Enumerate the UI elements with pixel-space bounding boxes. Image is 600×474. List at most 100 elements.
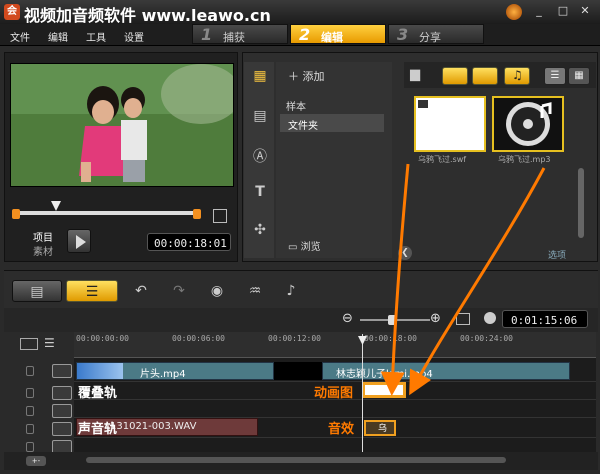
add-label: 添加 (302, 70, 325, 83)
collapse-panel-icon[interactable]: ❮ (398, 246, 412, 260)
timeline-view-button[interactable]: ☰ (66, 280, 118, 302)
zoom-in-icon[interactable]: ⊕ (430, 311, 441, 326)
playhead-line[interactable] (362, 334, 363, 464)
tab-share[interactable]: 3 分享 (388, 24, 484, 44)
category-folder[interactable]: 文件夹 (280, 114, 384, 132)
ruler-label: 00:00:24:00 (460, 334, 513, 343)
browse-button[interactable]: ▭ 浏览 (288, 238, 321, 253)
browse-label: 浏览 (300, 242, 321, 253)
title-bar: 会 视频加音频软件 www.leawo.cn _ □ ✕ (0, 0, 600, 25)
media-icon[interactable]: ▦ (251, 68, 269, 86)
video-clip-gap[interactable] (274, 362, 322, 380)
tab-capture[interactable]: 1 捕获 (192, 24, 288, 44)
filter-photo-button[interactable] (472, 67, 498, 85)
timecode-field[interactable]: 00:00:18:01 (147, 233, 231, 251)
filter-audio-button[interactable]: ♫ (504, 67, 530, 85)
overlay-flash-clip[interactable] (362, 382, 406, 398)
window-title: 视频加音频软件 www.leawo.cn (24, 6, 271, 25)
clip-thumbnail (77, 363, 123, 379)
add-folder-button[interactable]: ＋ 添加 (288, 68, 325, 84)
lock-icon[interactable] (26, 388, 34, 398)
maximize-icon[interactable]: □ (556, 4, 570, 18)
track-headers: ☰ (4, 332, 74, 464)
time-ruler[interactable] (74, 332, 596, 358)
tab-number: 1 (201, 25, 213, 44)
menu-tools[interactable]: 工具 (86, 29, 106, 44)
library-item-swf[interactable] (414, 96, 486, 152)
trim-start-marker[interactable] (12, 209, 20, 219)
options-button[interactable]: 选项 (548, 248, 566, 261)
duration-field[interactable]: 0:01:15:06 (502, 310, 588, 328)
lock-icon[interactable] (26, 406, 34, 416)
trim-end-marker[interactable] (193, 209, 201, 219)
text-t-icon[interactable]: T (251, 184, 269, 202)
library-nav (276, 62, 392, 258)
tab-label: 捕获 (223, 31, 245, 44)
flash-file-icon (418, 100, 428, 108)
overlay-track-icon[interactable] (52, 386, 72, 400)
close-icon[interactable]: ✕ (578, 4, 592, 18)
app-logo-icon: 会 (4, 4, 20, 20)
play-button[interactable] (67, 229, 91, 253)
list-view-button[interactable]: ☰ (544, 67, 566, 85)
title-ab-icon[interactable]: Ⓐ (251, 146, 269, 165)
lock-icon[interactable] (26, 424, 34, 434)
annotation-flash: 动画图 (314, 386, 354, 401)
timeline-scrollbar[interactable] (86, 457, 506, 463)
zoom-slider-handle[interactable] (388, 315, 396, 325)
clip-label: 131021-003.WAV (110, 421, 197, 432)
title-track-icon[interactable] (52, 404, 72, 418)
audio-mixer-icon[interactable]: ♒ (242, 280, 268, 302)
filter-video-button[interactable] (442, 67, 468, 85)
clip-label: 乌 (378, 424, 388, 434)
storyboard-view-button[interactable]: ▤ (12, 280, 62, 302)
mode-project-label[interactable]: 项目 (33, 229, 53, 244)
library-item-name: 乌鸦飞过.swf (418, 155, 467, 164)
scrub-bar[interactable] (17, 211, 201, 215)
track-manager-icon[interactable] (20, 338, 38, 350)
tab-number: 2 (299, 25, 311, 44)
fit-to-window-icon[interactable] (456, 313, 470, 325)
tab-edit[interactable]: 2 编辑 (290, 24, 386, 44)
transition-icon[interactable]: ▤ (251, 108, 269, 126)
video-preview (10, 63, 234, 187)
zoom-out-icon[interactable]: ⊖ (342, 311, 353, 326)
redo-icon[interactable]: ↷ (166, 280, 192, 302)
track-list-icon[interactable]: ☰ (44, 336, 55, 350)
grid-view-button[interactable]: ▦ (568, 67, 590, 85)
track-divider (74, 437, 596, 438)
filter-icon[interactable]: ✣ (251, 222, 269, 240)
preview-panel: 项目 素材 00:00:18:01 (4, 52, 238, 262)
audio-disc-icon (506, 102, 552, 146)
folder-icon[interactable]: ▆ (410, 67, 428, 83)
overlay-track-label: 覆叠轨 (78, 386, 118, 401)
tab-label: 编辑 (321, 31, 343, 44)
library-item-mp3[interactable] (492, 96, 564, 152)
plus-icon: ＋ (288, 70, 303, 83)
ruler-label: 00:00:18:00 (364, 334, 417, 343)
expand-tracks-button[interactable]: +- (26, 456, 46, 466)
ruler-label: 00:00:12:00 (268, 334, 321, 343)
library-scrollbar[interactable] (578, 168, 584, 238)
voice-track-icon[interactable] (52, 422, 72, 436)
auto-music-icon[interactable]: ♪ (278, 280, 304, 302)
clip-label: 片头.mp4 (140, 369, 186, 380)
menu-settings[interactable]: 设置 (124, 29, 144, 44)
scrub-handle[interactable] (51, 201, 61, 211)
help-orb-icon[interactable] (506, 4, 522, 20)
video-track-icon[interactable] (52, 364, 72, 378)
annotation-sfx: 音效 (328, 422, 355, 437)
lock-icon[interactable] (26, 442, 34, 452)
menu-file[interactable]: 文件 (10, 29, 30, 44)
mode-clip-label[interactable]: 素材 (33, 243, 53, 258)
ruler-label: 00:00:00:00 (76, 334, 129, 343)
lock-icon[interactable] (26, 366, 34, 376)
menu-edit[interactable]: 编辑 (48, 29, 68, 44)
undo-icon[interactable]: ↶ (128, 280, 154, 302)
minimize-icon[interactable]: _ (532, 4, 546, 18)
category-sample[interactable]: 样本 (286, 98, 306, 113)
category-folder-label: 文件夹 (288, 121, 318, 132)
project-duration: 0:01:15:06 (511, 314, 578, 327)
record-capture-icon[interactable]: ◉ (204, 280, 230, 302)
enlarge-preview-icon[interactable] (213, 209, 227, 223)
